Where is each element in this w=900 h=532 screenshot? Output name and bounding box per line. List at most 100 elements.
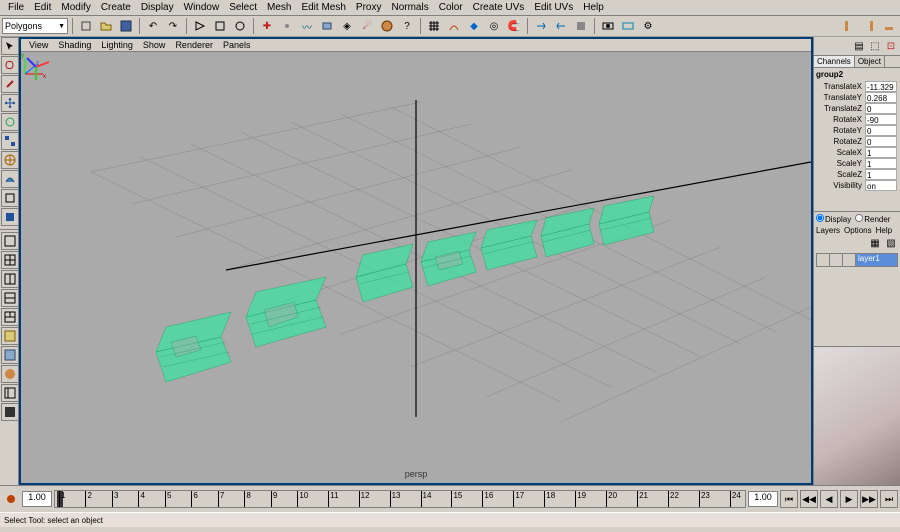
menu-display[interactable]: Display (137, 2, 178, 13)
mask-surface-btn[interactable] (318, 17, 336, 35)
persp-graph-btn[interactable] (1, 346, 19, 364)
vpmenu-renderer[interactable]: Renderer (171, 40, 217, 50)
module-selector-dropdown[interactable]: Polygons (2, 18, 68, 34)
layer-row[interactable]: layer1 (816, 253, 898, 267)
start-frame-field[interactable]: 1.00 (22, 491, 52, 507)
snap-view-btn[interactable]: ◎ (485, 17, 503, 35)
layer-type-toggle[interactable] (830, 254, 843, 266)
step-back-btn[interactable]: ◀◀ (800, 490, 818, 508)
select-by-hier-btn[interactable] (191, 17, 209, 35)
redo-btn[interactable]: ↷ (164, 17, 182, 35)
attr-rotatez-field[interactable]: 0 (865, 136, 897, 147)
script-layout-btn[interactable] (1, 403, 19, 421)
vpmenu-shading[interactable]: Shading (54, 40, 95, 50)
layers-menu[interactable]: Layers (816, 226, 840, 235)
mask-handle-btn[interactable]: ✚ (258, 17, 276, 35)
vpmenu-lighting[interactable]: Lighting (97, 40, 137, 50)
new-layer-btn[interactable]: ▦ (868, 237, 882, 251)
menu-create-uvs[interactable]: Create UVs (469, 2, 529, 13)
menu-modify[interactable]: Modify (57, 2, 94, 13)
mask-render-btn[interactable] (378, 17, 396, 35)
attr-visibility-field[interactable]: on (865, 180, 897, 191)
attr-scalex-field[interactable]: 1 (865, 147, 897, 158)
universal-manip-tool[interactable] (1, 151, 19, 169)
layer-color-swatch[interactable] (843, 254, 856, 266)
channel-btn-1[interactable]: ▤ (852, 39, 866, 53)
soft-mod-tool[interactable] (1, 170, 19, 188)
layer-name[interactable]: layer1 (856, 254, 897, 266)
mask-curve-btn[interactable]: 〰 (298, 17, 316, 35)
attr-rotatex-field[interactable]: -90 (865, 114, 897, 125)
toolbox-toggle-btn[interactable] (840, 17, 858, 35)
vpmenu-show[interactable]: Show (139, 40, 170, 50)
new-scene-btn[interactable] (77, 17, 95, 35)
layer-vis-toggle[interactable] (817, 254, 830, 266)
single-pane-btn[interactable] (1, 232, 19, 250)
play-fwd-btn[interactable]: ▶ (840, 490, 858, 508)
channel-btn-3[interactable]: ⊡ (884, 39, 898, 53)
snap-live-btn[interactable]: 🧲 (505, 17, 523, 35)
attr-editor-toggle-btn[interactable] (860, 17, 878, 35)
attr-translatex-field[interactable]: -11.329 (865, 81, 897, 92)
attr-translatez-field[interactable]: 0 (865, 103, 897, 114)
render-settings-btn[interactable]: ⚙ (639, 17, 657, 35)
history-output-btn[interactable] (552, 17, 570, 35)
two-pane-stack-btn[interactable] (1, 289, 19, 307)
timeline-sound-btn[interactable] (2, 490, 20, 508)
persp-outliner-btn[interactable] (1, 384, 19, 402)
menu-file[interactable]: File (4, 2, 28, 13)
scale-tool[interactable] (1, 132, 19, 150)
add-to-layer-btn[interactable]: ▧ (884, 237, 898, 251)
rotate-tool[interactable] (1, 113, 19, 131)
three-pane-btn[interactable] (1, 308, 19, 326)
mask-misc-btn[interactable]: ? (398, 17, 416, 35)
go-end-btn[interactable]: ⏭ (880, 490, 898, 508)
two-pane-side-btn[interactable] (1, 270, 19, 288)
render-layer-radio[interactable]: Render (855, 214, 890, 224)
channel-toggle-btn[interactable] (880, 17, 898, 35)
menu-edit-mesh[interactable]: Edit Mesh (297, 2, 349, 13)
paint-select-tool[interactable] (1, 75, 19, 93)
outliner-layout-btn[interactable] (1, 327, 19, 345)
ipr-render-btn[interactable] (619, 17, 637, 35)
menu-help[interactable]: Help (579, 2, 608, 13)
menu-edit-uvs[interactable]: Edit UVs (530, 2, 577, 13)
show-manip-tool[interactable] (1, 189, 19, 207)
render-frame-btn[interactable] (599, 17, 617, 35)
mask-deform-btn[interactable]: ◈ (338, 17, 356, 35)
menu-proxy[interactable]: Proxy (352, 2, 386, 13)
layers-help-menu[interactable]: Help (876, 226, 892, 235)
select-by-obj-btn[interactable] (211, 17, 229, 35)
channel-btn-2[interactable]: ⬚ (868, 39, 882, 53)
step-fwd-btn[interactable]: ▶▶ (860, 490, 878, 508)
mask-joint-btn[interactable] (278, 17, 296, 35)
menu-color[interactable]: Color (435, 2, 467, 13)
vpmenu-view[interactable]: View (25, 40, 52, 50)
current-frame-field[interactable]: 1.00 (748, 491, 778, 507)
3d-viewport[interactable]: yxz persp (21, 52, 811, 483)
open-scene-btn[interactable] (97, 17, 115, 35)
snap-point-btn[interactable]: ◆ (465, 17, 483, 35)
view-cube-icon[interactable] (21, 52, 51, 82)
menu-create[interactable]: Create (97, 2, 135, 13)
menu-edit[interactable]: Edit (30, 2, 55, 13)
play-back-btn[interactable]: ◀ (820, 490, 838, 508)
display-layer-radio[interactable]: Display (816, 214, 851, 224)
mask-dynamic-btn[interactable]: ☄ (358, 17, 376, 35)
last-tool[interactable] (1, 208, 19, 226)
attr-scaley-field[interactable]: 1 (865, 158, 897, 169)
menu-select[interactable]: Select (225, 2, 261, 13)
go-start-btn[interactable]: ⏮ (780, 490, 798, 508)
tab-object[interactable]: Object (855, 56, 885, 67)
attr-scalez-field[interactable]: 1 (865, 169, 897, 180)
lasso-tool[interactable] (1, 56, 19, 74)
select-tool[interactable] (1, 37, 19, 55)
hypershade-layout-btn[interactable] (1, 365, 19, 383)
menu-window[interactable]: Window (180, 2, 224, 13)
attr-rotatey-field[interactable]: 0 (865, 125, 897, 136)
select-by-comp-btn[interactable] (231, 17, 249, 35)
selected-object-name[interactable]: group2 (816, 70, 898, 79)
layers-options-menu[interactable]: Options (844, 226, 872, 235)
save-scene-btn[interactable] (117, 17, 135, 35)
snap-curve-btn[interactable] (445, 17, 463, 35)
